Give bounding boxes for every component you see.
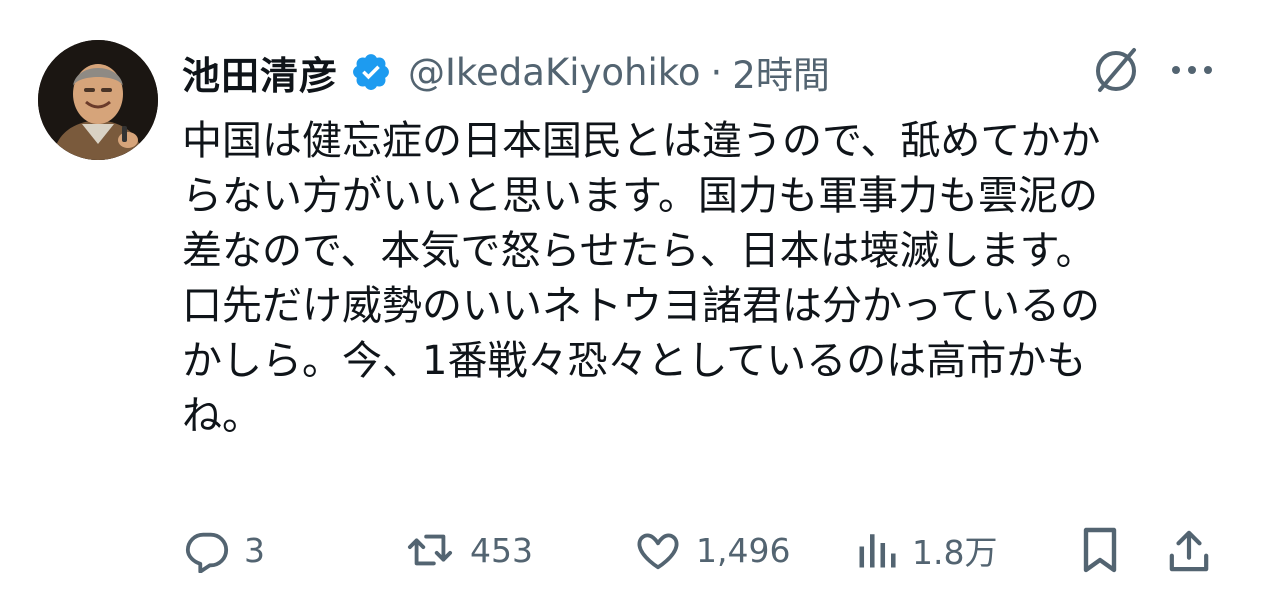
like-count: 1,496 <box>696 530 791 570</box>
display-name[interactable]: 池田清彦 <box>182 45 338 100</box>
action-bar: 3 453 1,496 1.8万 <box>184 520 1224 580</box>
separator-dot: · <box>710 50 723 94</box>
share-icon <box>1169 530 1209 572</box>
like-icon <box>637 533 679 570</box>
tweet-text-line: かしら。今、1番戦々恐々としているのは高市かも <box>182 338 1087 384</box>
like-button[interactable]: 1,496 <box>634 520 790 580</box>
reply-count: 3 <box>244 530 265 570</box>
tweet-text-line: らない方がいいと思います。国力も軍事力も雲泥の <box>182 173 1098 219</box>
views-count: 1.8万 <box>912 533 998 572</box>
repost-icon <box>407 534 453 566</box>
tweet-header: 池田清彦 @IkedaKiyohiko · 2時間 <box>182 44 1122 100</box>
reply-icon <box>185 532 229 573</box>
tweet-text: 中国は健忘症の日本国民とは違うので、舐めてかか らない方がいいと思います。国力も… <box>182 114 1222 444</box>
views-button[interactable]: 1.8万 <box>856 520 997 580</box>
views-icon <box>859 534 896 568</box>
handle[interactable]: @IkedaKiyohiko <box>408 51 701 94</box>
bookmark-icon <box>1083 527 1117 573</box>
repost-button[interactable]: 453 <box>404 520 533 580</box>
reply-button[interactable]: 3 <box>184 520 265 580</box>
repost-count: 453 <box>470 530 533 570</box>
timestamp[interactable]: 2時間 <box>732 45 830 99</box>
avatar-photo <box>38 40 158 160</box>
avatar[interactable] <box>38 40 158 160</box>
share-button[interactable] <box>1168 520 1210 580</box>
bookmark-button[interactable] <box>1080 520 1120 580</box>
more-icon[interactable] <box>1166 54 1218 86</box>
tweet-text-line: 口先だけ威勢のいいネトウヨ諸君は分かっているの <box>182 283 1100 329</box>
verified-badge-icon[interactable] <box>350 51 392 93</box>
tweet-text-line: ね。 <box>182 393 262 439</box>
tweet-text-line: 差なので、本気で怒らせたら、日本は壊滅します。 <box>182 228 1096 274</box>
tweet-text-line: 中国は健忘症の日本国民とは違うので、舐めてかか <box>182 118 1101 164</box>
grok-icon[interactable] <box>1090 44 1142 96</box>
